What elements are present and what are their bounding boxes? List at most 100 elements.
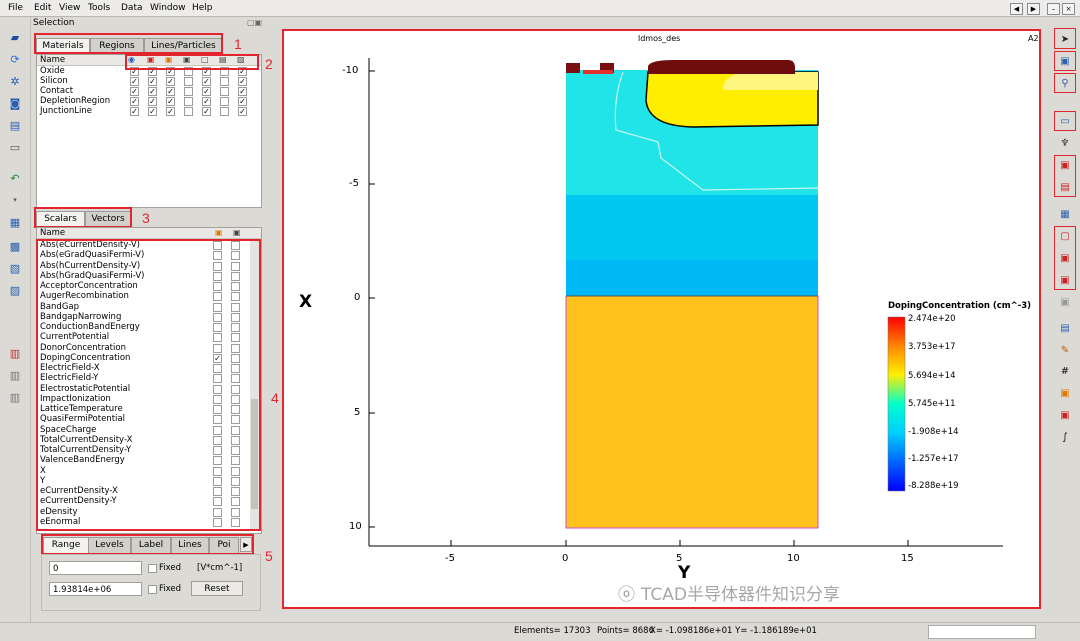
- material-checkbox[interactable]: ✓: [238, 97, 247, 106]
- material-checkbox[interactable]: ✓: [130, 97, 139, 106]
- integrate-icon[interactable]: ∫: [1056, 429, 1074, 445]
- movie-record-icon[interactable]: ▥: [7, 368, 23, 383]
- material-checkbox[interactable]: ✓: [166, 107, 175, 116]
- minimize-button[interactable]: –: [1047, 3, 1060, 15]
- range-max-input[interactable]: 1.93814e+06: [49, 582, 142, 596]
- material-checkbox[interactable]: ✓: [202, 107, 211, 116]
- material-checkbox[interactable]: ✓: [238, 107, 247, 116]
- material-checkbox[interactable]: ✓: [238, 77, 247, 86]
- material-row[interactable]: DepletionRegion ✓ ✓ ✓ ✓ ✓: [37, 96, 261, 106]
- print-icon[interactable]: ▭: [7, 140, 23, 155]
- annotation-box-6d: [1054, 111, 1076, 131]
- material-checkbox[interactable]: ✓: [166, 97, 175, 106]
- material-row[interactable]: Contact ✓ ✓ ✓ ✓ ✓: [37, 86, 261, 96]
- min-fixed-label: Fixed: [159, 563, 182, 573]
- open-folder-icon[interactable]: ▰: [7, 30, 23, 45]
- annotation-box-2: [125, 54, 259, 70]
- probe-icon[interactable]: ♆: [1056, 135, 1074, 151]
- nav-back-button[interactable]: ◀: [1010, 3, 1023, 15]
- material-name: Oxide: [40, 66, 65, 76]
- status-bar: Elements= 17303 Points= 8686 X= -1.09818…: [0, 622, 1080, 641]
- menu-tools[interactable]: Tools: [88, 3, 110, 13]
- material-checkbox[interactable]: ✓: [130, 87, 139, 96]
- material-checkbox[interactable]: ✓: [166, 77, 175, 86]
- annotation-box-6a: [1054, 28, 1076, 49]
- tcl-icon[interactable]: ▨: [7, 283, 23, 298]
- nav-forward-button[interactable]: ▶: [1027, 3, 1040, 15]
- annotation-4: 4: [271, 390, 279, 406]
- material-checkbox[interactable]: ✓: [148, 107, 157, 116]
- max-fixed-checkbox[interactable]: [148, 585, 157, 594]
- screenshot-icon[interactable]: ▦: [1056, 206, 1074, 222]
- material-name: Contact: [40, 86, 74, 96]
- save-plot-icon[interactable]: ▦: [7, 215, 23, 230]
- annotation-box-6c: [1054, 73, 1076, 93]
- contour-lines-icon[interactable]: ▣: [233, 228, 241, 237]
- menu-edit[interactable]: Edit: [34, 3, 51, 13]
- export-icon[interactable]: ▤: [7, 118, 23, 133]
- annotation-box-5: [41, 534, 254, 555]
- material-name: Silicon: [40, 76, 68, 86]
- dropdown-icon[interactable]: ▾: [7, 192, 23, 207]
- min-fixed-checkbox[interactable]: [148, 564, 157, 573]
- material-checkbox[interactable]: ✓: [202, 97, 211, 106]
- annotation-box-6b: [1054, 51, 1076, 71]
- material-row[interactable]: JunctionLine ✓ ✓ ✓ ✓ ✓: [37, 106, 261, 116]
- material-checkbox[interactable]: [220, 77, 229, 86]
- left-toolbar: ▰ ⟳ ✲ ◙ ▤ ▭ ↶ ▾ ▦ ▩ ▧ ▨ ▥ ▥ ▥: [0, 17, 31, 622]
- material-checkbox[interactable]: [184, 97, 193, 106]
- annotation-box-6f: [1054, 226, 1076, 290]
- reset-button[interactable]: Reset: [191, 581, 243, 596]
- status-elements: Elements= 17303: [514, 626, 591, 636]
- material-checkbox[interactable]: ✓: [130, 107, 139, 116]
- material-checkbox[interactable]: ✓: [166, 87, 175, 96]
- menu-data[interactable]: Data: [121, 3, 143, 13]
- material-icon[interactable]: ▣: [1056, 385, 1074, 401]
- reload-icon[interactable]: ⟳: [7, 52, 23, 67]
- status-points: Points= 8686: [597, 626, 654, 636]
- material-checkbox[interactable]: [184, 87, 193, 96]
- material-checkbox[interactable]: ✓: [202, 87, 211, 96]
- material-checkbox[interactable]: ✓: [238, 87, 247, 96]
- image-icon[interactable]: ▩: [7, 239, 23, 254]
- material-checkbox[interactable]: [220, 97, 229, 106]
- cut-z-icon[interactable]: ▣: [1056, 294, 1074, 310]
- data-icon[interactable]: ▧: [7, 261, 23, 276]
- material-checkbox[interactable]: ✓: [148, 87, 157, 96]
- connect-icon[interactable]: ✲: [7, 74, 23, 89]
- selection-panel: Selection ▢▣ Materials Regions Lines/Par…: [31, 17, 269, 614]
- annotation-2: 2: [265, 56, 273, 72]
- material-name: DepletionRegion: [40, 96, 111, 106]
- annotation-box-6e: [1054, 155, 1076, 197]
- material-checkbox[interactable]: ✓: [148, 77, 157, 86]
- material-checkbox[interactable]: [184, 77, 193, 86]
- menu-view[interactable]: View: [59, 3, 80, 13]
- menu-help[interactable]: Help: [192, 3, 213, 13]
- snapshot-icon[interactable]: ◙: [7, 96, 23, 111]
- material-checkbox[interactable]: ✓: [130, 77, 139, 86]
- menu-bar: File Edit View Tools Data Window Help ◀ …: [0, 0, 1080, 17]
- region-icon[interactable]: ▣: [1056, 407, 1074, 423]
- material-checkbox[interactable]: ✓: [148, 97, 157, 106]
- paint-icon[interactable]: ✎: [1056, 342, 1074, 358]
- movie-icon[interactable]: ▥: [7, 346, 23, 361]
- material-checkbox[interactable]: [220, 107, 229, 116]
- annotation-1: 1: [234, 36, 242, 52]
- grid-icon[interactable]: #: [1056, 363, 1074, 379]
- range-min-input[interactable]: 0: [49, 561, 142, 575]
- panel-float-icon[interactable]: ▢▣: [247, 18, 262, 27]
- table-icon[interactable]: ▤: [1056, 320, 1074, 336]
- undo-icon[interactable]: ↶: [7, 171, 23, 186]
- materials-table: Name ◉ ▣ ▣ ▣ □ ▤ ▧ Oxide ✓ ✓ ✓ ✓ ✓ Silicon ✓ ✓ ✓ ✓…: [36, 54, 262, 208]
- material-checkbox[interactable]: [184, 107, 193, 116]
- close-button[interactable]: ×: [1062, 3, 1075, 15]
- annotation-box-4: [36, 239, 261, 531]
- contour-fill-icon[interactable]: ▣: [215, 228, 223, 237]
- right-toolbar: ➤ ▣ ⚲ ▭ ♆ ▣ ▤ ▦ ▢ ▣ ▣ ▣ ▤ ✎ # ▣ ▣ ∫: [1050, 17, 1080, 622]
- movie-stop-icon[interactable]: ▥: [7, 390, 23, 405]
- material-row[interactable]: Silicon ✓ ✓ ✓ ✓ ✓: [37, 76, 261, 86]
- material-checkbox[interactable]: ✓: [202, 77, 211, 86]
- material-checkbox[interactable]: [220, 87, 229, 96]
- menu-window[interactable]: Window: [150, 3, 186, 13]
- menu-file[interactable]: File: [8, 3, 23, 13]
